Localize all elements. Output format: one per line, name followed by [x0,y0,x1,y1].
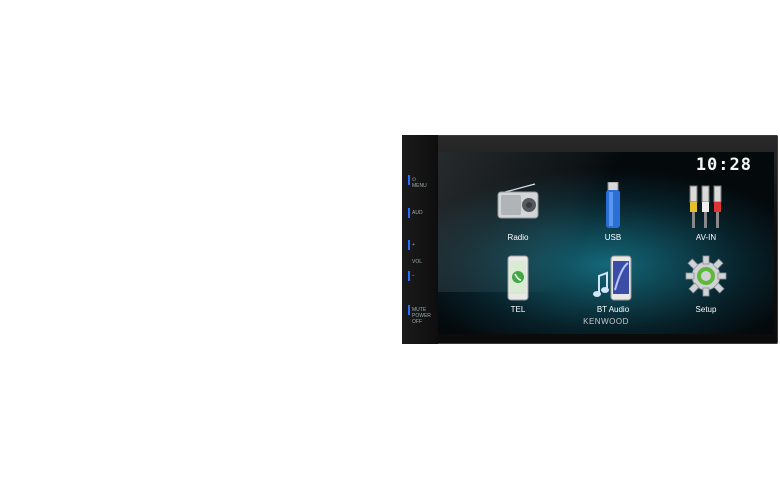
rca-connectors-icon [671,182,741,230]
volume-up-key[interactable]: + [408,240,415,250]
tile-av-in[interactable]: AV-IN [671,182,741,242]
usb-drive-icon [578,182,648,230]
tile-setup-label: Setup [695,305,717,314]
key-indicator [408,175,410,185]
key-indicator [408,240,410,250]
power-off-label: POWER OFF [412,313,431,325]
aud-key-label: AUD [412,210,423,216]
gear-icon [671,254,741,298]
tile-setup[interactable]: Setup [671,254,741,314]
left-bezel: ⏻ MENU AUD + VOL − MUTE POWER OFF [402,135,438,344]
volume-down-key[interactable]: − [408,271,415,281]
radio-icon [483,182,553,220]
volume-down-label: − [412,273,415,279]
tile-bt-audio-label: BT Audio [596,305,630,314]
tile-radio-label: Radio [507,233,529,242]
key-indicator [408,305,410,315]
aud-key[interactable]: AUD [408,208,423,218]
tile-tel[interactable]: TEL [483,254,553,314]
key-indicator [408,271,410,281]
bluetooth-audio-icon [578,254,648,302]
menu-key[interactable]: ⏻ MENU [408,175,427,189]
tile-usb-label: USB [604,233,622,242]
tile-av-in-label: AV-IN [695,233,717,242]
menu-key-label: MENU [412,183,427,189]
mute-key[interactable]: MUTE POWER OFF [408,305,438,325]
brand-logo: KENWOOD [583,317,629,326]
tile-usb[interactable]: USB [578,182,648,242]
vol-label: VOL [412,259,423,265]
volume-up-label: + [412,242,415,248]
tile-bt-audio[interactable]: BT Audio [578,254,648,314]
head-unit: ⏻ MENU AUD + VOL − MUTE POWER OFF 10:28 [402,135,778,344]
tile-tel-label: TEL [510,305,526,314]
phone-icon [483,254,553,302]
clock: 10:28 [695,155,752,175]
key-indicator [408,208,410,218]
tile-radio[interactable]: Radio [483,182,553,242]
touch-screen: 10:28 Radio USB AV-IN TEL BT Audio Setup… [438,152,774,334]
